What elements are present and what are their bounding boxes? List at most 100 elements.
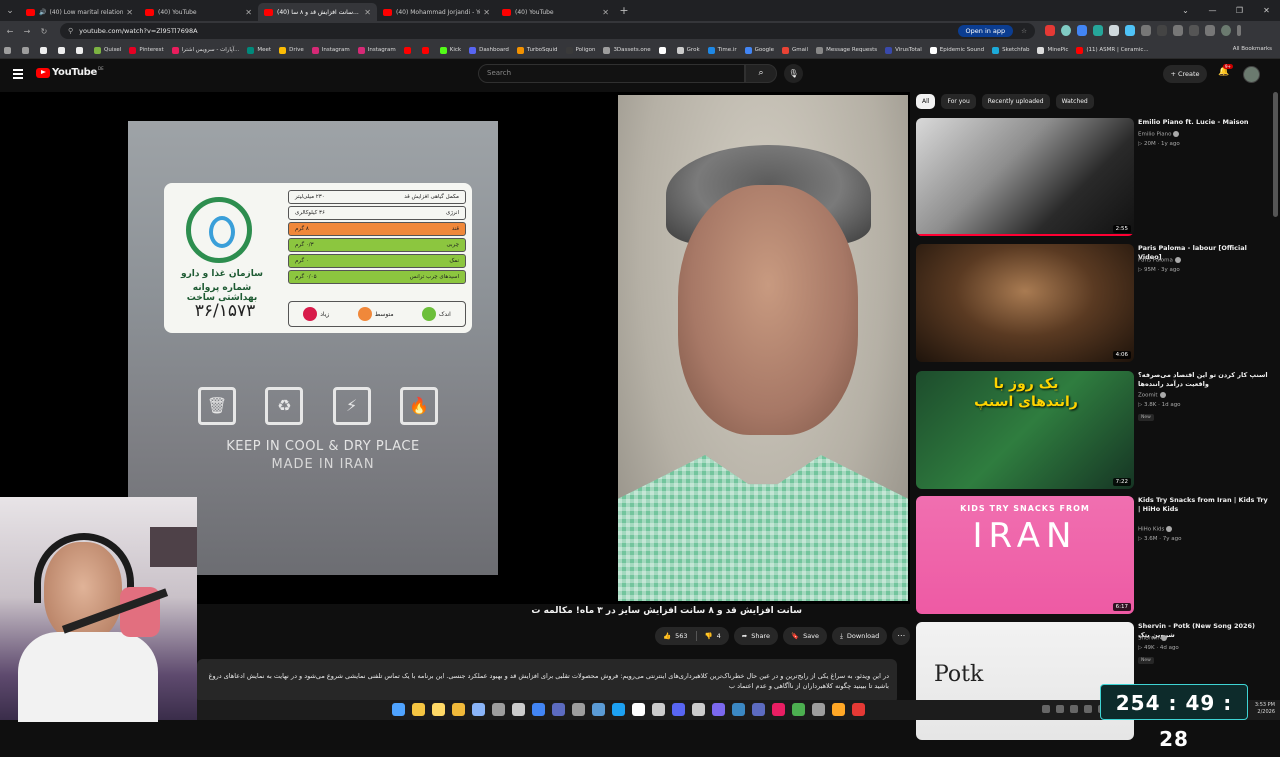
- close-window-button[interactable]: ✕: [1253, 6, 1280, 15]
- recommended-video[interactable]: Potk Shervin - Potk (New Song 2026) شروین…: [916, 622, 1280, 742]
- bookmark-item[interactable]: Quixel: [94, 46, 121, 54]
- open-in-app-button[interactable]: Open in app: [957, 25, 1014, 37]
- browser-tab[interactable]: (40) Mohammad Jorjandi - You...✕: [377, 3, 496, 21]
- create-button[interactable]: + Create: [1163, 65, 1207, 83]
- tray-icon[interactable]: [1084, 705, 1092, 713]
- recommended-video[interactable]: KIDS TRY SNACKS FROM IRAN 6:17 Kids Try Sna…: [916, 496, 1280, 616]
- video-thumbnail[interactable]: 2:55: [916, 118, 1134, 236]
- clock[interactable]: 3:53 PM 2/2026: [1255, 702, 1275, 716]
- recommended-video[interactable]: 2:55 Emilio Piano ft. Lucie - Maison Emili…: [916, 118, 1280, 238]
- minimize-button[interactable]: —: [1199, 6, 1226, 15]
- site-info-icon[interactable]: ⚲: [68, 27, 73, 35]
- extension-icon[interactable]: [1109, 25, 1119, 36]
- bookmark-item[interactable]: (11) ASMR | Ceramic...: [1076, 46, 1149, 54]
- bookmark-item[interactable]: Dashboard: [469, 46, 509, 54]
- download-icon[interactable]: [1205, 25, 1215, 36]
- close-tab-icon[interactable]: ✕: [126, 8, 133, 17]
- bookmark-item[interactable]: Grok: [676, 46, 700, 54]
- browser-tab[interactable]: (40) YouTube ✕: [496, 3, 615, 21]
- like-button[interactable]: 👍 563: [655, 632, 696, 640]
- video-thumbnail[interactable]: یک روز با رانندهای اسنپ 7:22: [916, 371, 1134, 489]
- extension-icon[interactable]: [1045, 25, 1055, 36]
- new-tab-button[interactable]: +: [615, 4, 633, 17]
- bookmark-item[interactable]: Time.ir: [707, 46, 737, 54]
- bookmark-folder-icon[interactable]: [76, 46, 86, 54]
- bookmark-item[interactable]: VirusTotal: [885, 46, 922, 54]
- close-tab-icon[interactable]: ✕: [602, 8, 609, 17]
- bookmark-item[interactable]: Pinterest: [129, 46, 164, 54]
- youtube-logo[interactable]: YouTube DE: [36, 66, 104, 78]
- recommended-title[interactable]: Emilio Piano ft. Lucie - Maison: [1138, 118, 1268, 127]
- dislike-button[interactable]: 👎 4: [697, 632, 729, 640]
- bookmark-folder-icon[interactable]: [40, 46, 50, 54]
- page-scrollbar[interactable]: [1273, 92, 1278, 217]
- taskbar-app-icon[interactable]: [792, 703, 805, 716]
- bookmark-item[interactable]: Google: [744, 46, 774, 54]
- chip-watched[interactable]: Watched: [1055, 94, 1094, 109]
- taskbar-app-icon[interactable]: [712, 703, 725, 716]
- bookmark-item[interactable]: MinePic: [1037, 46, 1068, 54]
- taskbar-app-icon[interactable]: [732, 703, 745, 716]
- bookmark-item[interactable]: Message Requests: [816, 46, 877, 54]
- search-icon[interactable]: ⌕: [745, 64, 777, 83]
- extension-icon[interactable]: [1157, 25, 1167, 36]
- browser-tab[interactable]: (40) سانت افزایش قد و ۸ سا... ✕: [258, 3, 377, 21]
- chip-recently-uploaded[interactable]: Recently uploaded: [981, 94, 1050, 109]
- bookmark-item[interactable]: Instagram: [357, 46, 396, 54]
- close-tab-icon[interactable]: ✕: [483, 8, 490, 17]
- taskbar-app-icon[interactable]: [752, 703, 765, 716]
- channel-name[interactable]: HiHo Kids: [1138, 526, 1173, 533]
- extension-icon[interactable]: [1125, 25, 1135, 36]
- taskbar-app-icon[interactable]: [772, 703, 785, 716]
- taskbar-app-icon[interactable]: [452, 703, 465, 716]
- taskbar-app-icon[interactable]: [612, 703, 625, 716]
- more-actions-icon[interactable]: ⋯: [892, 627, 911, 645]
- extension-icon[interactable]: [1061, 25, 1071, 36]
- extension-icon[interactable]: [1093, 25, 1103, 36]
- bookmark-item[interactable]: آپارات - سرویس اشترا...: [171, 46, 239, 54]
- taskbar-app-icon[interactable]: [552, 703, 565, 716]
- channel-name[interactable]: Zoomit: [1138, 392, 1166, 399]
- taskbar-app-icon[interactable]: [632, 703, 645, 716]
- taskbar-app-icon[interactable]: [532, 703, 545, 716]
- microphone-icon[interactable]: 🎙: [784, 64, 803, 83]
- bookmark-item[interactable]: Sketchfab: [992, 46, 1029, 54]
- recommended-video[interactable]: یک روز با رانندهای اسنپ 7:22 اسنپ کار کردن…: [916, 371, 1280, 491]
- taskbar-app-icon[interactable]: [432, 703, 445, 716]
- chevron-down-icon[interactable]: ⌄: [1172, 6, 1199, 15]
- audio-icon[interactable]: 🔊: [39, 9, 46, 16]
- extension-icon[interactable]: [1077, 25, 1087, 36]
- forward-icon[interactable]: →: [20, 27, 34, 36]
- bookmark-item[interactable]: Meet: [247, 46, 271, 54]
- download-button[interactable]: ⤓ Download: [832, 627, 888, 645]
- browser-tab[interactable]: 🔊(40) Low marital relationshi...✕: [20, 3, 139, 21]
- bookmark-item[interactable]: TurboSquid: [516, 46, 558, 54]
- close-tab-icon[interactable]: ✕: [245, 8, 252, 17]
- bookmark-item[interactable]: 3Dassets.one: [603, 46, 651, 54]
- bookmark-item[interactable]: [421, 46, 432, 54]
- taskbar-app-icon[interactable]: [592, 703, 605, 716]
- video-thumbnail[interactable]: Potk: [916, 622, 1134, 740]
- video-thumbnail[interactable]: KIDS TRY SNACKS FROM IRAN 6:17: [916, 496, 1134, 614]
- search-input[interactable]: Search: [478, 64, 745, 83]
- tab-search-icon[interactable]: ⌄: [0, 0, 20, 21]
- bookmark-item[interactable]: Kick: [439, 46, 461, 54]
- taskbar-app-icon[interactable]: [652, 703, 665, 716]
- taskbar-app-icon[interactable]: [692, 703, 705, 716]
- channel-name[interactable]: Paris Paloma: [1138, 257, 1181, 264]
- taskbar-app-icon[interactable]: [672, 703, 685, 716]
- extension-icon[interactable]: [1189, 25, 1199, 36]
- extensions-puzzle-icon[interactable]: [1141, 25, 1151, 36]
- share-button[interactable]: ➦ Share: [733, 627, 778, 645]
- bookmark-item[interactable]: [403, 46, 414, 54]
- menu-dots-icon[interactable]: [1237, 25, 1241, 36]
- browser-tab[interactable]: (40) YouTube ✕: [139, 3, 258, 21]
- taskbar-app-icon[interactable]: [472, 703, 485, 716]
- tray-icon[interactable]: [1056, 705, 1064, 713]
- taskbar-app-icon[interactable]: [412, 703, 425, 716]
- taskbar-app-icon[interactable]: [812, 703, 825, 716]
- channel-name[interactable]: Shervin: [1138, 635, 1167, 642]
- back-icon[interactable]: ←: [3, 27, 17, 36]
- close-tab-icon[interactable]: ✕: [364, 8, 371, 17]
- bookmark-folder-icon[interactable]: [58, 46, 68, 54]
